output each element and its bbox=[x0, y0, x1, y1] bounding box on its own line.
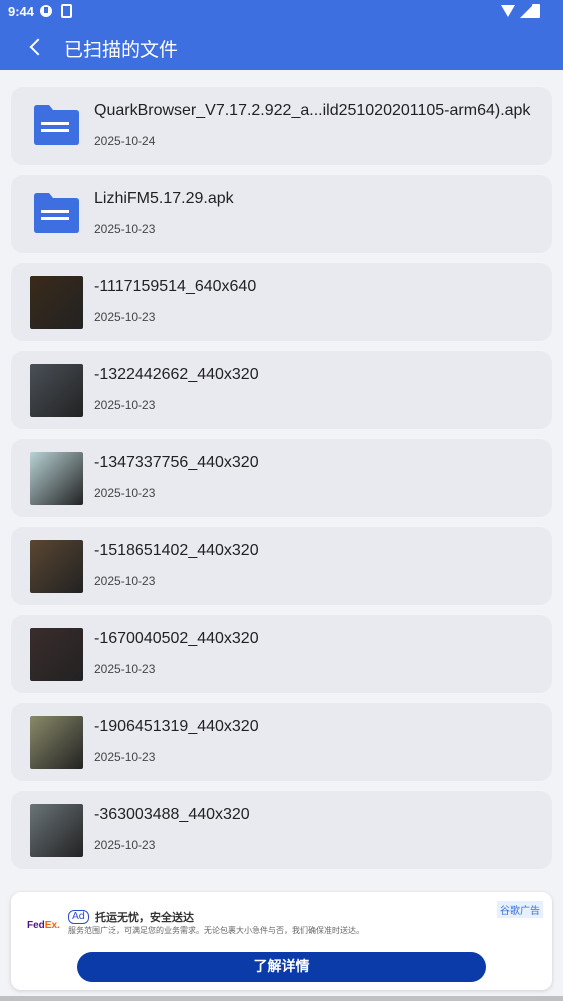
file-list-item[interactable]: -1670040502_440x320 2025-10-23 bbox=[11, 615, 552, 693]
folder-icon bbox=[32, 192, 80, 234]
image-thumbnail bbox=[30, 540, 83, 593]
file-list-item[interactable]: -1322442662_440x320 2025-10-23 bbox=[11, 351, 552, 429]
file-date: 2025-10-23 bbox=[94, 486, 156, 500]
image-thumbnail bbox=[30, 364, 83, 417]
file-name: -1518651402_440x320 bbox=[94, 542, 259, 559]
file-list-item[interactable]: QuarkBrowser_V7.17.2.922_a...ild25102020… bbox=[11, 87, 552, 165]
file-list-item[interactable]: -1347337756_440x320 2025-10-23 bbox=[11, 439, 552, 517]
file-list-item[interactable]: -363003488_440x320 2025-10-23 bbox=[11, 791, 552, 869]
fedex-logo: FedEx. bbox=[27, 920, 60, 931]
file-name: -1322442662_440x320 bbox=[94, 366, 259, 383]
page-title: 已扫描的文件 bbox=[64, 39, 179, 61]
status-time: 9:44 bbox=[8, 4, 35, 19]
file-date: 2025-10-23 bbox=[94, 662, 156, 676]
image-thumbnail bbox=[30, 804, 83, 857]
status-bar: 9:44 bbox=[0, 0, 563, 24]
file-list-item[interactable]: -1518651402_440x320 2025-10-23 bbox=[11, 527, 552, 605]
file-list-item[interactable]: -1906451319_440x320 2025-10-23 bbox=[11, 703, 552, 781]
download-icon bbox=[40, 5, 52, 17]
ad-title: 托运无忧，安全送达 bbox=[95, 911, 194, 924]
file-name: -363003488_440x320 bbox=[94, 806, 250, 823]
file-date: 2025-10-24 bbox=[94, 134, 156, 148]
file-name: -1117159514_640x640 bbox=[94, 278, 257, 295]
file-date: 2025-10-23 bbox=[94, 838, 156, 852]
folder-icon bbox=[32, 104, 80, 146]
ad-badge: Ad bbox=[68, 910, 90, 924]
battery-icon bbox=[532, 4, 540, 18]
file-name: -1670040502_440x320 bbox=[94, 630, 259, 647]
sim-card-icon bbox=[61, 4, 72, 18]
file-date: 2025-10-23 bbox=[94, 310, 156, 324]
file-list: QuarkBrowser_V7.17.2.922_a...ild25102020… bbox=[11, 87, 552, 879]
app-header: 已扫描的文件 bbox=[0, 24, 563, 70]
file-name: LizhiFM5.17.29.apk bbox=[94, 190, 234, 207]
file-date: 2025-10-23 bbox=[94, 574, 156, 588]
file-name: -1347337756_440x320 bbox=[94, 454, 259, 471]
image-thumbnail bbox=[30, 628, 83, 681]
file-list-item[interactable]: -1117159514_640x640 2025-10-23 bbox=[11, 263, 552, 341]
file-name: -1906451319_440x320 bbox=[94, 718, 259, 735]
file-date: 2025-10-23 bbox=[94, 222, 156, 236]
learn-more-button[interactable]: 了解详情 bbox=[77, 952, 486, 982]
back-arrow-icon[interactable] bbox=[26, 36, 46, 58]
image-thumbnail bbox=[30, 276, 83, 329]
file-list-item[interactable]: LizhiFM5.17.29.apk 2025-10-23 bbox=[11, 175, 552, 253]
image-thumbnail bbox=[30, 452, 83, 505]
ad-banner[interactable]: FedEx. Ad 托运无忧，安全送达 服务范围广泛，可满足您的业务需求。无论包… bbox=[11, 892, 552, 990]
file-name: QuarkBrowser_V7.17.2.922_a...ild25102020… bbox=[94, 102, 531, 119]
image-thumbnail bbox=[30, 716, 83, 769]
ad-corner-label: 谷歌广告 bbox=[497, 901, 543, 918]
file-date: 2025-10-23 bbox=[94, 750, 156, 764]
ad-description: 服务范围广泛，可满足您的业务需求。无论包裹大小急件与否，我们确保准时送达。 bbox=[68, 926, 364, 935]
file-date: 2025-10-23 bbox=[94, 398, 156, 412]
wifi-icon bbox=[501, 5, 515, 17]
navigation-bar bbox=[0, 996, 563, 1001]
